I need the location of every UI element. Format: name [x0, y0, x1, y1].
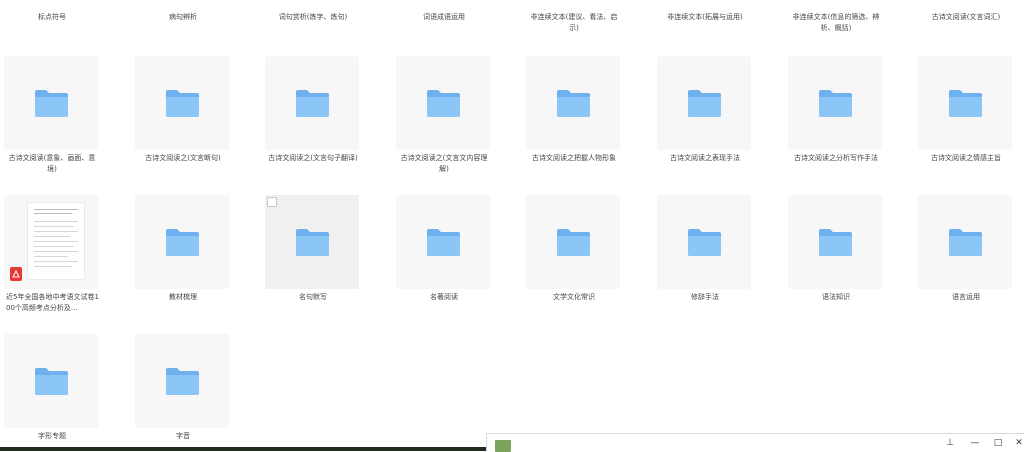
maximize-button[interactable]: □: [988, 436, 1008, 450]
folder-label: 词句赏析(炼字、炼句): [278, 13, 348, 21]
folder-icon: [949, 229, 982, 256]
folder-label: 词语成语运用: [423, 13, 465, 21]
folder-thumbnail: [788, 195, 882, 289]
folder-tile-hovered[interactable]: 名句默写: [265, 195, 361, 303]
folder-tile[interactable]: 非连续文本(信息的筛选、辨析、概括): [788, 12, 884, 34]
folder-label: 非连续文本(建议、看法、启示): [530, 13, 618, 32]
folder-thumbnail: [918, 195, 1012, 289]
folder-label: 修辞手法: [691, 293, 719, 301]
folder-label: 古诗文阅读(文言词汇): [931, 13, 1001, 21]
folder-icon: [688, 229, 721, 256]
folder-tile[interactable]: 古诗文阅读之(文言断句): [135, 56, 231, 164]
folder-tile[interactable]: 非连续文本(建议、看法、启示): [526, 12, 622, 34]
file-grid: 标点符号 病句辨析 词句赏析(炼字、炼句) 词语成语运用 非连续文本(建议、看法…: [0, 0, 1024, 451]
folder-icon: [35, 368, 68, 395]
folder-tile[interactable]: 古诗文阅读之(文言句子翻译): [265, 56, 361, 164]
folder-thumbnail: [396, 56, 490, 150]
folder-tile[interactable]: 古诗文阅读之分析写作手法: [788, 56, 884, 164]
folder-label: 语法知识: [822, 293, 850, 301]
folder-tile[interactable]: 非连续文本(拓展与运用): [657, 12, 753, 23]
folder-label: 古诗文阅读之把握人物形象: [532, 154, 616, 162]
folder-tile[interactable]: 词语成语运用: [396, 12, 492, 23]
folder-icon: [166, 229, 199, 256]
folder-icon: [688, 90, 721, 117]
folder-label: 古诗文阅读之表现手法: [670, 154, 740, 162]
folder-tile[interactable]: 修辞手法: [657, 195, 753, 303]
folder-icon: [819, 229, 852, 256]
folder-tile[interactable]: 古诗文阅读之情感主旨: [918, 56, 1014, 164]
folder-thumbnail: [526, 195, 620, 289]
folder-tile[interactable]: 古诗文阅读(意象、画面、意境): [4, 56, 100, 175]
app-thumbnail-icon[interactable]: [495, 440, 511, 452]
folder-label: 古诗文阅读之(文言断句): [145, 154, 221, 162]
folder-tile[interactable]: 字音: [135, 334, 231, 442]
file-label: 近5年全国各地中考语文试卷100个高频考点分析及...: [6, 293, 99, 312]
folder-thumbnail: [265, 56, 359, 150]
pdf-file-tile[interactable]: 近5年全国各地中考语文试卷100个高频考点分析及...: [4, 195, 100, 314]
folder-icon: [296, 229, 329, 256]
folder-tile[interactable]: 字形专题: [4, 334, 100, 442]
folder-label: 古诗文阅读(意象、画面、意境): [8, 154, 96, 173]
folder-label: 病句辨析: [169, 13, 197, 21]
folder-tile[interactable]: 古诗文阅读(文言词汇): [918, 12, 1014, 23]
folder-tile[interactable]: 古诗文阅读之把握人物形象: [526, 56, 622, 164]
folder-thumbnail: [788, 56, 882, 150]
folder-thumbnail: [135, 195, 229, 289]
folder-thumbnail: [265, 195, 359, 289]
pin-icon[interactable]: ⊥: [940, 436, 960, 450]
folder-thumbnail: [657, 195, 751, 289]
folder-tile[interactable]: 词句赏析(炼字、炼句): [265, 12, 361, 23]
desktop-strip: [0, 447, 486, 451]
select-checkbox[interactable]: [267, 197, 277, 207]
folder-label: 非连续文本(信息的筛选、辨析、概括): [792, 13, 880, 32]
folder-thumbnail: [4, 56, 98, 150]
document-preview: [28, 203, 84, 279]
minimize-button[interactable]: —: [965, 436, 985, 450]
folder-tile[interactable]: 古诗文阅读之表现手法: [657, 56, 753, 164]
folder-icon: [296, 90, 329, 117]
folder-label: 古诗文阅读之(文言句子翻译): [268, 154, 358, 162]
folder-icon: [819, 90, 852, 117]
folder-tile[interactable]: 名著阅读: [396, 195, 492, 303]
folder-thumbnail: [657, 56, 751, 150]
folder-tile[interactable]: 古诗文阅读之(文言文内容理解): [396, 56, 492, 175]
folder-thumbnail: [4, 334, 98, 428]
folder-label: 教材梳理: [169, 293, 197, 301]
folder-tile[interactable]: 教材梳理: [135, 195, 231, 303]
folder-label: 古诗文阅读之情感主旨: [931, 154, 1001, 162]
folder-icon: [35, 90, 68, 117]
folder-icon: [557, 90, 590, 117]
folder-label: 古诗文阅读之分析写作手法: [794, 154, 878, 162]
pdf-icon: [10, 267, 22, 281]
folder-label: 古诗文阅读之(文言文内容理解): [400, 154, 488, 173]
folder-icon: [166, 90, 199, 117]
folder-icon: [427, 229, 460, 256]
folder-tile[interactable]: 语言运用: [918, 195, 1014, 303]
folder-label: 名句默写: [299, 293, 327, 301]
folder-thumbnail: [135, 56, 229, 150]
close-button[interactable]: ✕: [1009, 436, 1024, 450]
folder-label: 文学文化常识: [553, 293, 595, 301]
folder-label: 非连续文本(拓展与运用): [667, 13, 743, 21]
folder-label: 字音: [176, 432, 190, 440]
minimized-window-bar[interactable]: ⊥ — □ ✕: [486, 433, 1024, 452]
folder-label: 字形专题: [38, 432, 66, 440]
folder-thumbnail: [918, 56, 1012, 150]
folder-label: 语言运用: [952, 293, 980, 301]
folder-label: 名著阅读: [430, 293, 458, 301]
folder-tile[interactable]: 语法知识: [788, 195, 884, 303]
pdf-thumbnail: [4, 195, 98, 289]
folder-label: 标点符号: [38, 13, 66, 21]
folder-tile[interactable]: 标点符号: [4, 12, 100, 23]
folder-thumbnail: [135, 334, 229, 428]
folder-tile[interactable]: 文学文化常识: [526, 195, 622, 303]
folder-icon: [427, 90, 460, 117]
folder-icon: [557, 229, 590, 256]
folder-icon: [166, 368, 199, 395]
folder-thumbnail: [526, 56, 620, 150]
folder-tile[interactable]: 病句辨析: [135, 12, 231, 23]
folder-icon: [949, 90, 982, 117]
folder-thumbnail: [396, 195, 490, 289]
